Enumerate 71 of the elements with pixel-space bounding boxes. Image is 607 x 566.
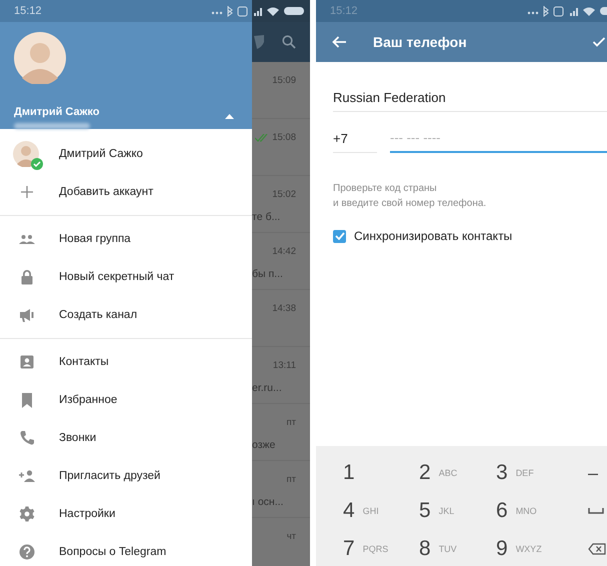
chat-preview: er.ru...: [252, 382, 283, 394]
bookmark-icon: [19, 392, 35, 408]
menu-item[interactable]: Контакты: [0, 343, 252, 381]
key-letters: MNO: [516, 506, 537, 516]
digit-key[interactable]: 5: [419, 499, 431, 523]
account-avatar: [13, 141, 39, 167]
phone-number-field[interactable]: --- --- ----: [390, 130, 607, 153]
add-account-item[interactable]: Добавить аккаунт: [0, 173, 252, 211]
add-person-icon: [19, 468, 35, 484]
key-letters: ABC: [438, 468, 458, 478]
chat-time: пт: [286, 474, 296, 485]
backspace-icon[interactable]: [588, 543, 606, 555]
screen-title: Ваш телефон: [373, 34, 468, 50]
lock-icon: [19, 269, 35, 285]
key-letters: DEF: [516, 468, 534, 478]
chat-time: 15:08: [272, 132, 296, 143]
digit-key[interactable]: 9: [496, 537, 508, 561]
menu-item[interactable]: Новая группа: [0, 220, 252, 258]
digit-key[interactable]: 4: [343, 499, 355, 523]
shield-icon: [254, 35, 264, 49]
chat-preview: те б...: [252, 211, 282, 223]
phone-icon: [19, 430, 35, 446]
chat-preview: ı осн...: [252, 496, 284, 508]
key-letters: PQRS: [362, 544, 388, 554]
country-code-field[interactable]: +7: [333, 130, 377, 153]
check-icon[interactable]: [593, 37, 605, 47]
checkbox-label: Синхронизировать контакты: [354, 229, 512, 243]
digit-key[interactable]: 6: [496, 499, 508, 523]
digit-key[interactable]: 3: [496, 461, 508, 485]
chat-time: чт: [286, 531, 296, 542]
chat-time: 14:38: [272, 303, 296, 314]
menu-item[interactable]: Новый секретный чат: [0, 258, 252, 296]
digit-key[interactable]: 7: [343, 537, 355, 561]
digit-key[interactable]: 1: [343, 461, 355, 485]
megaphone-icon: [19, 307, 35, 323]
menu-item[interactable]: Звонки: [0, 419, 252, 457]
space-key-icon[interactable]: [588, 508, 604, 514]
menu-item[interactable]: Пригласить друзей: [0, 457, 252, 495]
collapse-caret-icon[interactable]: [225, 114, 234, 119]
key-letters: TUV: [438, 544, 457, 554]
chat-time: пт: [286, 417, 296, 428]
account-item[interactable]: Дмитрий Сажко: [0, 135, 252, 173]
chat-preview: озже: [252, 439, 276, 451]
chat-time: 14:42: [272, 246, 296, 257]
plus-icon: [19, 186, 35, 198]
dash-key[interactable]: –: [588, 462, 598, 484]
country-field[interactable]: Russian Federation: [333, 90, 607, 112]
menu-item[interactable]: Создать канал: [0, 296, 252, 334]
menu-item[interactable]: Вопросы о Telegram: [0, 533, 252, 566]
profile-name: Дмитрий Сажко: [14, 106, 100, 118]
digit-key[interactable]: 2: [419, 461, 431, 485]
question-icon: [19, 544, 35, 560]
key-letters: JKL: [438, 506, 454, 516]
menu-item[interactable]: Настройки: [0, 495, 252, 533]
chat-time: 15:09: [272, 75, 296, 86]
chat-time: 13:11: [272, 360, 296, 371]
chat-preview: бы п...: [252, 268, 284, 280]
checkbox[interactable]: [333, 230, 346, 242]
status-time: 15:12: [14, 5, 42, 17]
contact-card-icon: [19, 354, 35, 370]
back-arrow-icon[interactable]: [332, 36, 346, 48]
digit-key[interactable]: 8: [419, 537, 431, 561]
gear-icon: [19, 506, 35, 522]
chat-time: 15:02: [272, 189, 296, 200]
search-icon[interactable]: [282, 35, 296, 49]
menu-item[interactable]: Избранное: [0, 381, 252, 419]
key-letters: WXYZ: [516, 544, 542, 554]
hint-text: Проверьте код страны и введите свой номер телефона.: [333, 182, 488, 211]
status-time: 15:12: [330, 5, 358, 17]
key-letters: GHI: [362, 506, 379, 516]
avatar: [14, 32, 66, 84]
